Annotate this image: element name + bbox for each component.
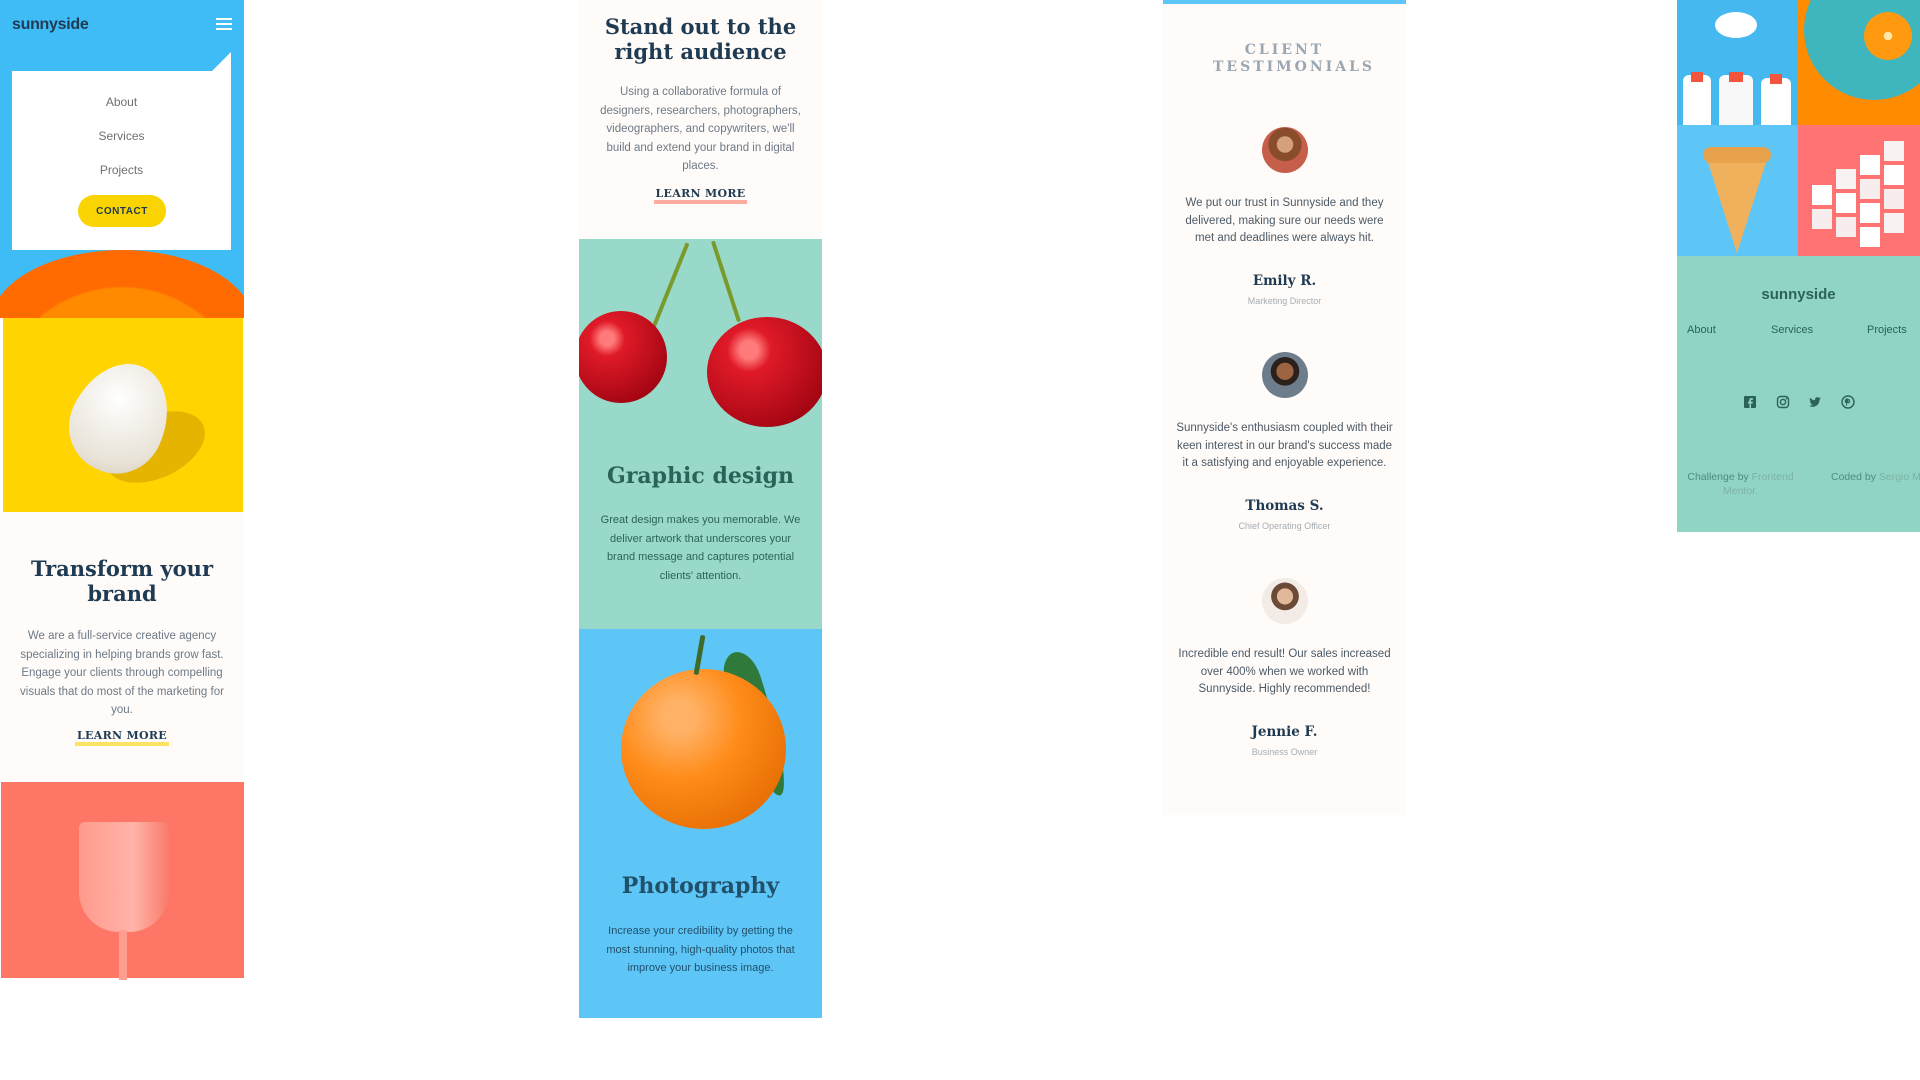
nav-card-notch [212, 52, 231, 71]
glass-image [1, 782, 244, 980]
testimonial-name: Thomas S. [1245, 498, 1324, 514]
hamburger-menu-icon[interactable] [216, 18, 232, 30]
testimonials-title: CLIENT TESTIMONIALS [1213, 42, 1376, 75]
testimonials-column: CLIENT TESTIMONIALS We put our trust in … [1163, 0, 1406, 815]
author-link[interactable]: Sergio M. [1879, 471, 1920, 483]
transform-section: Transform your brand We are a full-servi… [0, 512, 244, 780]
photography-body: Increase your credibility by getting the… [606, 925, 795, 974]
cherry-image [579, 311, 667, 403]
transform-body: We are a full-service creative agency sp… [20, 630, 224, 716]
testimonial-quote: Incredible end result! Our sales increas… [1178, 648, 1391, 695]
standout-learn-more-link[interactable]: LEARN MORE [579, 187, 822, 204]
ice-cream-cone-image [1677, 125, 1798, 256]
facebook-icon[interactable] [1743, 395, 1757, 409]
twitter-icon[interactable] [1808, 395, 1822, 409]
instagram-icon[interactable] [1776, 395, 1790, 409]
sugar-cubes-image [1798, 125, 1920, 256]
testimonial-role: Marketing Director [1247, 296, 1322, 306]
orange-image [621, 669, 786, 829]
services-column: Stand out to the right audience Using a … [579, 0, 822, 1020]
testimonial-name: Jennie F. [1251, 724, 1318, 740]
contact-button[interactable]: CONTACT [78, 195, 166, 227]
testimonial-role: Chief Operating Officer [1238, 521, 1331, 531]
top-accent-strip [1163, 0, 1406, 4]
photography-card: Photography Increase your credibility by… [579, 629, 822, 1018]
standout-title: Stand out to the right audience [604, 14, 797, 65]
challenge-credit: Challenge by Frontend Mentor. [1687, 471, 1794, 497]
mobile-nav-menu: About Services Projects CONTACT [12, 71, 231, 250]
testimonial-role: Business Owner [1251, 747, 1318, 757]
testimonial-name: Emily R. [1252, 273, 1317, 289]
orange-plate-image [1798, 0, 1920, 125]
nav-item-services[interactable]: Services [12, 129, 231, 143]
photography-title: Photography [621, 873, 780, 899]
avatar-thomas [1262, 352, 1308, 398]
footer-link-projects[interactable]: Projects [1867, 324, 1907, 336]
graphic-design-body: Great design makes you memorable. We del… [600, 514, 801, 582]
coded-by-credit: Coded by Sergio M. [1831, 470, 1920, 484]
transform-title: Transform your brand [30, 556, 214, 607]
transform-learn-more-link[interactable]: LEARN MORE [0, 729, 244, 746]
orange-hero-image [0, 250, 244, 318]
footer-logo[interactable]: sunnyside [1677, 286, 1920, 303]
hero-header: sunnyside About Services Projects CONTAC… [0, 0, 244, 252]
testimonial-quote: Sunnyside's enthusiasm coupled with thei… [1176, 422, 1393, 469]
testimonial-quote: We put our trust in Sunnyside and they d… [1185, 197, 1384, 244]
standout-body: Using a collaborative formula of designe… [600, 86, 801, 172]
nav-item-projects[interactable]: Projects [12, 163, 231, 177]
avatar-emily [1262, 127, 1308, 173]
footer-link-services[interactable]: Services [1771, 324, 1813, 336]
pinterest-icon[interactable] [1841, 395, 1855, 409]
avatar-jennie [1262, 578, 1308, 624]
graphic-design-title: Graphic design [607, 463, 794, 489]
footer-link-about[interactable]: About [1687, 324, 1716, 336]
logo[interactable]: sunnyside [12, 16, 89, 34]
nav-item-about[interactable]: About [12, 95, 231, 109]
milk-bottles-image [1677, 0, 1798, 125]
standout-section: Stand out to the right audience Using a … [579, 0, 822, 240]
mobile-home-column: sunnyside About Services Projects CONTAC… [0, 0, 244, 980]
graphic-design-card: Graphic design Great design makes you me… [579, 239, 822, 629]
egg-image [3, 318, 243, 512]
gallery-footer-column: sunnyside About Services Projects Challe… [1677, 0, 1920, 532]
